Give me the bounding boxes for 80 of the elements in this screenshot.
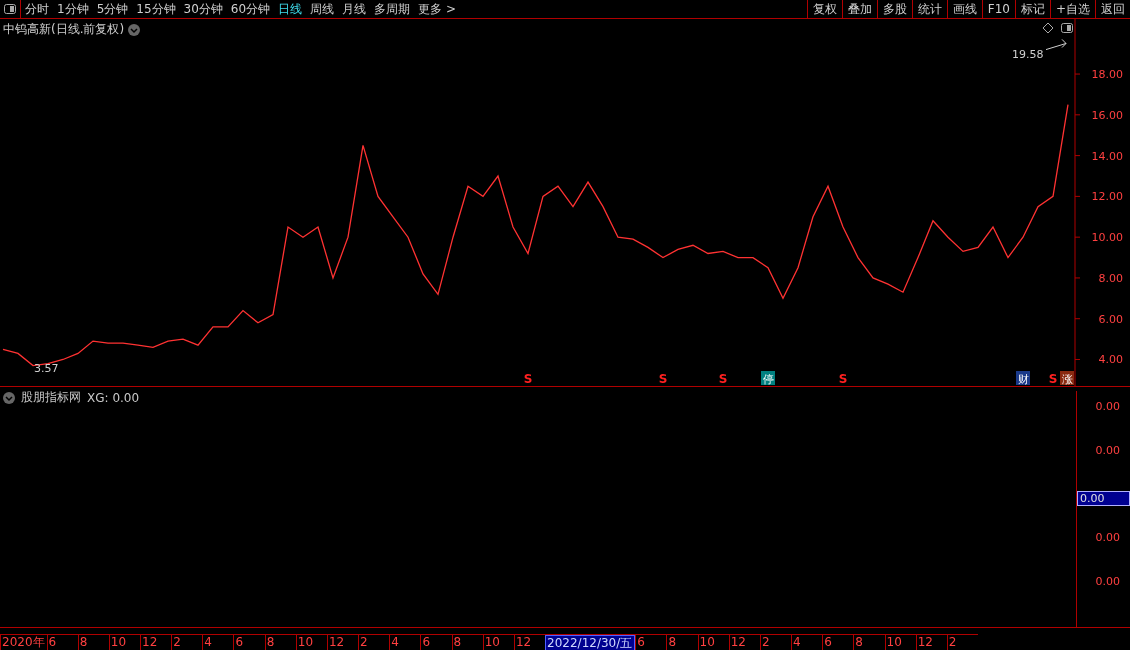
- time-axis-label: 6: [635, 635, 667, 650]
- diamond-icon[interactable]: [1042, 22, 1054, 34]
- toolbar-button[interactable]: 复权: [806, 0, 842, 18]
- time-axis-label: 2020年: [0, 635, 47, 650]
- toolbar-button[interactable]: 标记: [1014, 0, 1050, 18]
- stock-title: 中钨高新(日线.前复权): [3, 21, 125, 38]
- time-axis-label: 6: [46, 635, 78, 650]
- period-tab[interactable]: 更多 >: [414, 0, 460, 18]
- current-value-label: 0.00: [1077, 491, 1130, 506]
- period-tab[interactable]: 周线: [306, 0, 339, 18]
- period-tab[interactable]: 多周期: [370, 0, 415, 18]
- toolbar-button[interactable]: +自选: [1049, 0, 1095, 18]
- time-axis-label: 8: [666, 635, 698, 650]
- period-tab[interactable]: 5分钟: [92, 0, 133, 18]
- event-tag: 财: [1017, 373, 1029, 386]
- time-axis-label: 2022/12/30/五: [545, 635, 636, 650]
- price-tick: 10.00: [1091, 231, 1123, 245]
- time-axis-label: 10: [108, 635, 140, 650]
- time-axis-label: 12: [326, 635, 359, 650]
- period-tab[interactable]: 月线: [338, 0, 371, 18]
- time-axis-label: 4: [389, 635, 421, 650]
- time-axis-label: 10: [295, 635, 327, 650]
- time-axis-label: 2: [946, 635, 978, 650]
- indicator-tick: 0.00: [1095, 444, 1120, 457]
- time-axis-label: 10: [884, 635, 916, 650]
- panel-toggle-icon[interactable]: [4, 4, 16, 14]
- dropdown-icon[interactable]: [128, 23, 141, 36]
- price-tick: 14.00: [1091, 149, 1123, 163]
- time-axis-label: 2: [358, 635, 390, 650]
- price-tick: 16.00: [1091, 108, 1123, 122]
- time-axis-label: 6: [822, 635, 854, 650]
- toolbar-button[interactable]: 叠加: [841, 0, 877, 18]
- time-axis-label: 10: [482, 635, 514, 650]
- time-axis-label: 12: [915, 635, 947, 650]
- period-tab[interactable]: 1分钟: [53, 0, 93, 18]
- high-price-label: 19.58: [1012, 47, 1044, 61]
- pointer-arrow: [1045, 38, 1067, 51]
- indicator-tick: 0.00: [1095, 575, 1120, 588]
- time-axis-label: 8: [77, 635, 109, 650]
- time-axis-label: 4: [202, 635, 234, 650]
- signal-marker: S: [523, 372, 533, 386]
- panel-toggle-icon[interactable]: [1061, 23, 1073, 33]
- price-tick: 12.00: [1091, 190, 1123, 204]
- toolbar-button[interactable]: 返回: [1095, 0, 1130, 18]
- toolbar-button[interactable]: 统计: [911, 0, 947, 18]
- indicator-tick: 0.00: [1095, 400, 1120, 413]
- signal-marker: S: [1048, 372, 1058, 386]
- period-tab[interactable]: 15分钟: [132, 0, 180, 18]
- time-axis-label: 8: [451, 635, 483, 650]
- time-axis-label: 12: [140, 635, 172, 650]
- toolbar-button[interactable]: 画线: [946, 0, 982, 18]
- time-axis-label: 2: [171, 635, 203, 650]
- indicator-title: 股朋指标网: [21, 389, 81, 406]
- time-axis-label: 6: [420, 635, 452, 650]
- event-tag: 停: [762, 373, 774, 386]
- low-price-label: 3.57: [34, 362, 59, 376]
- price-tick: 8.00: [1098, 271, 1123, 285]
- indicator-tick: 0.00: [1095, 531, 1120, 544]
- time-axis-label: 6: [233, 635, 265, 650]
- price-tick: 18.00: [1091, 68, 1123, 82]
- price-tick: 6.00: [1098, 312, 1123, 326]
- time-axis-label: 4: [791, 635, 823, 650]
- signal-marker: S: [838, 372, 848, 386]
- toolbar-button[interactable]: 多股: [876, 0, 912, 18]
- period-tab[interactable]: 30分钟: [179, 0, 227, 18]
- event-tag: 涨: [1061, 373, 1073, 386]
- period-tab[interactable]: 60分钟: [226, 0, 275, 18]
- period-tab[interactable]: 日线: [274, 0, 307, 18]
- period-tab[interactable]: 分时: [21, 0, 53, 18]
- indicator-reading: XG: 0.00: [87, 390, 140, 405]
- time-axis-label: 12: [728, 635, 760, 650]
- toolbar-button[interactable]: F10: [981, 0, 1015, 18]
- time-axis-label: 8: [853, 635, 885, 650]
- time-axis-label: 8: [264, 635, 296, 650]
- price-tick: 4.00: [1098, 353, 1123, 367]
- signal-marker: S: [718, 372, 728, 386]
- time-axis-label: 10: [697, 635, 729, 650]
- signal-marker: S: [658, 372, 668, 386]
- time-axis-label: 2: [759, 635, 792, 650]
- dropdown-icon[interactable]: [3, 391, 15, 404]
